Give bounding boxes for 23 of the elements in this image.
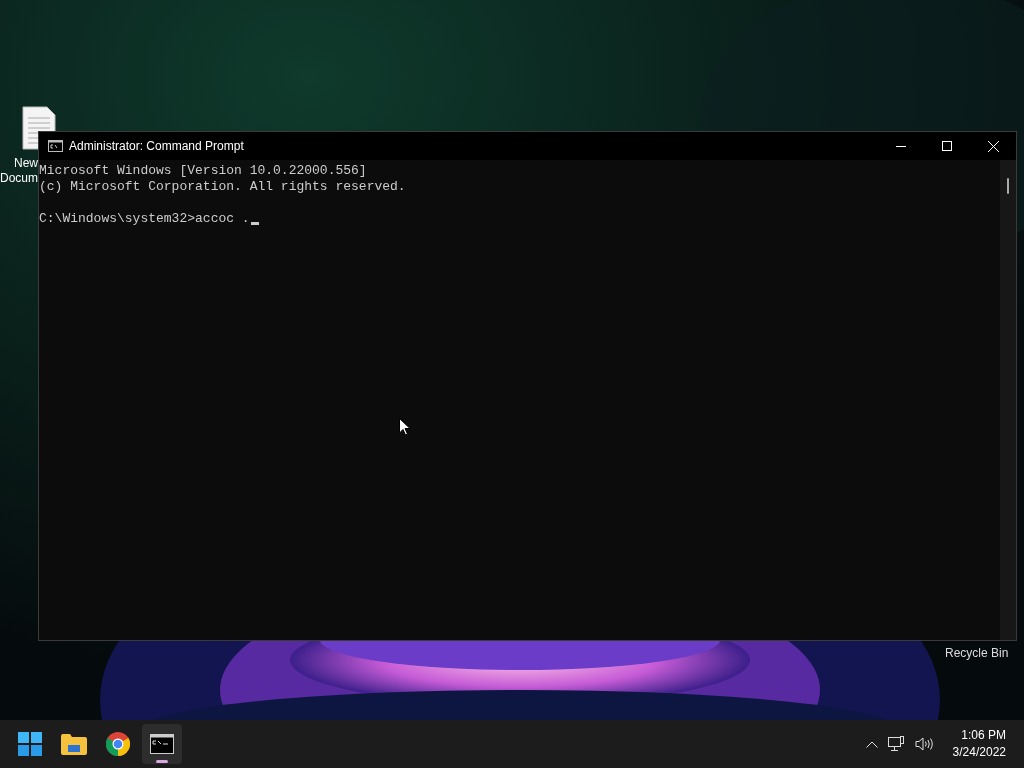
folder-icon xyxy=(61,733,87,755)
text-cursor xyxy=(250,222,259,225)
clock[interactable]: 1:06 PM 3/24/2022 xyxy=(952,727,1006,761)
console-icon xyxy=(48,140,63,152)
window-title: Administrator: Command Prompt xyxy=(69,138,244,155)
mouse-pointer-icon xyxy=(399,418,411,436)
browser-icon xyxy=(106,732,130,756)
desktop-icon-label: Recycle Bin xyxy=(945,646,1009,661)
taskbar-app-button[interactable] xyxy=(142,724,182,764)
active-indicator xyxy=(156,760,168,763)
desktop-icon-label: New Docum xyxy=(0,156,38,186)
minimize-icon xyxy=(896,145,906,147)
windows-logo-icon xyxy=(18,732,42,756)
console-line: Microsoft Windows [Version 10.0.22000.556] xyxy=(39,163,367,179)
speaker-icon[interactable] xyxy=(914,737,933,751)
terminal-icon xyxy=(150,734,174,754)
scrollbar-thumb[interactable] xyxy=(1007,178,1009,194)
console-line: (c) Microsoft Corporation. All rights reserved. xyxy=(39,179,406,195)
network-icon[interactable] xyxy=(887,736,905,752)
close-icon xyxy=(987,140,999,152)
console-line: C:\Windows\system32>accoc . xyxy=(39,211,250,227)
maximize-icon xyxy=(942,141,952,151)
chevron-up-icon[interactable] xyxy=(865,740,878,748)
